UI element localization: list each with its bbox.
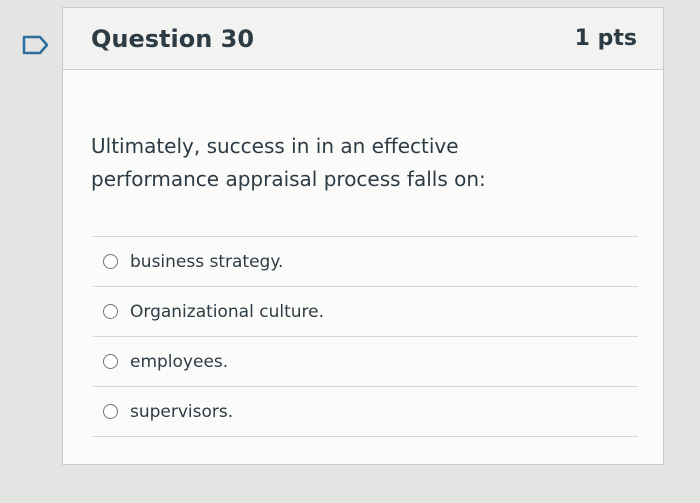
radio-unchecked-icon[interactable] [103,354,118,369]
question-card: Question 30 1 pts Ultimately, success in… [62,7,664,465]
question-text: Ultimately, success in in an effective p… [91,134,486,191]
answer-label: business strategy. [130,251,284,272]
question-points: 1 pts [574,26,637,51]
answer-label: Organizational culture. [130,301,324,322]
flag-question-icon[interactable] [22,35,50,55]
answer-option[interactable]: business strategy. [93,237,638,287]
answer-label: supervisors. [130,401,234,422]
answer-option[interactable]: supervisors. [93,387,638,437]
question-header: Question 30 1 pts [63,8,663,70]
answer-label: employees. [130,351,229,372]
radio-unchecked-icon[interactable] [103,254,118,269]
radio-unchecked-icon[interactable] [103,404,118,419]
radio-unchecked-icon[interactable] [103,304,118,319]
answer-option[interactable]: employees. [93,337,638,387]
answer-option[interactable]: Organizational culture. [93,287,638,337]
question-title: Question 30 [91,24,255,53]
answer-list: business strategy. Organizational cultur… [93,236,638,437]
